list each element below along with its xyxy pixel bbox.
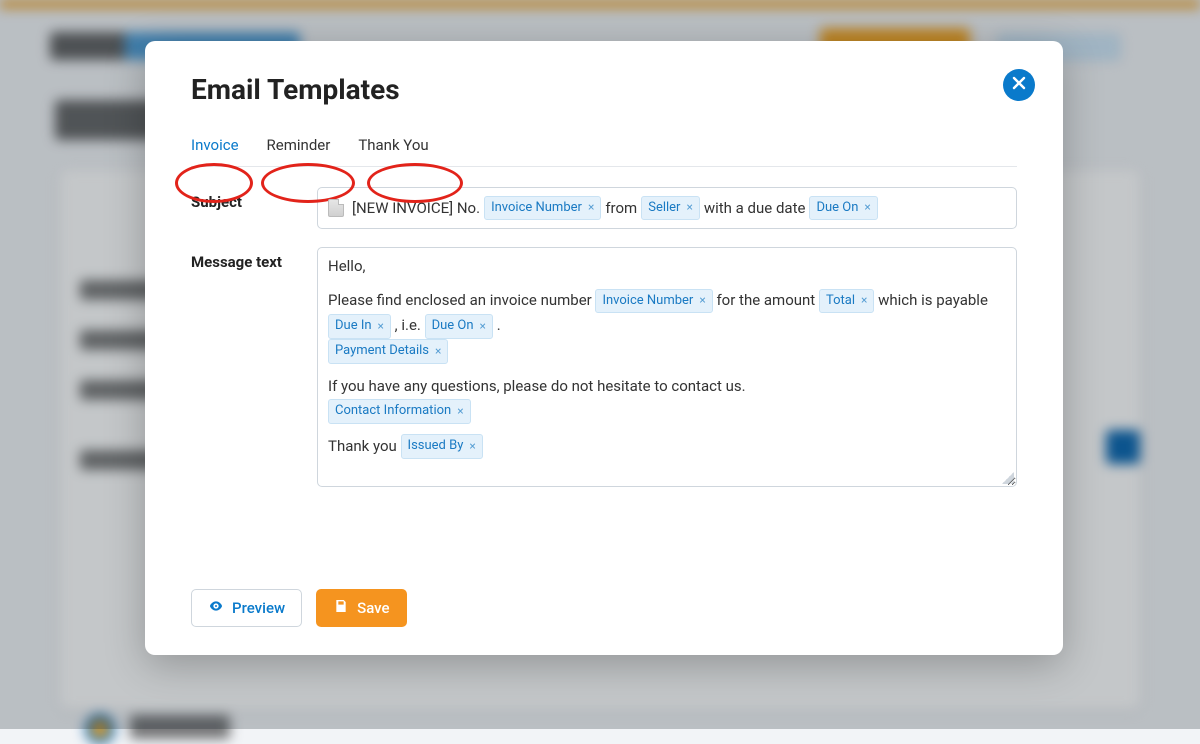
remove-token-icon[interactable]: × bbox=[469, 437, 475, 456]
subject-label: Subject bbox=[191, 187, 317, 211]
message-label: Message text bbox=[191, 247, 317, 271]
message-text: for the amount bbox=[716, 291, 815, 309]
remove-token-icon[interactable]: × bbox=[378, 317, 384, 336]
token-invoice-number[interactable]: Invoice Number× bbox=[595, 289, 712, 314]
message-text: which is payable bbox=[878, 291, 988, 309]
message-text: Thank you bbox=[328, 437, 397, 455]
remove-token-icon[interactable]: × bbox=[457, 402, 463, 421]
token-due-on[interactable]: Due On× bbox=[809, 196, 877, 221]
document-icon bbox=[328, 199, 344, 217]
close-icon bbox=[1011, 75, 1027, 95]
remove-token-icon[interactable]: × bbox=[686, 198, 692, 217]
token-total[interactable]: Total× bbox=[819, 289, 874, 314]
token-contact-information[interactable]: Contact Information× bbox=[328, 399, 471, 424]
message-text: Please find enclosed an invoice number bbox=[328, 291, 592, 309]
message-text: . bbox=[497, 316, 501, 334]
token-seller[interactable]: Seller× bbox=[641, 196, 700, 221]
tabs: Invoice Reminder Thank You bbox=[191, 130, 1017, 167]
email-templates-modal: Email Templates Invoice Reminder Thank Y… bbox=[145, 41, 1063, 655]
message-text: , i.e. bbox=[395, 316, 421, 334]
token-issued-by[interactable]: Issued By× bbox=[401, 434, 483, 459]
remove-token-icon[interactable]: × bbox=[699, 291, 705, 310]
message-text: If you have any questions, please do not… bbox=[328, 377, 746, 395]
subject-row: Subject [NEW INVOICE] No. Invoice Number… bbox=[191, 187, 1017, 229]
message-text: Hello, bbox=[328, 257, 365, 275]
tab-reminder[interactable]: Reminder bbox=[267, 130, 331, 166]
eye-icon bbox=[208, 598, 224, 618]
modal-footer: Preview Save bbox=[191, 589, 407, 627]
remove-token-icon[interactable]: × bbox=[435, 342, 441, 361]
tab-invoice[interactable]: Invoice bbox=[191, 130, 239, 166]
save-icon bbox=[333, 598, 349, 618]
close-button[interactable] bbox=[1003, 69, 1035, 101]
subject-text: from bbox=[605, 196, 637, 220]
remove-token-icon[interactable]: × bbox=[861, 291, 867, 310]
message-input[interactable]: Hello, Please find enclosed an invoice n… bbox=[317, 247, 1017, 487]
modal-title: Email Templates bbox=[191, 73, 1017, 106]
token-invoice-number[interactable]: Invoice Number× bbox=[484, 196, 601, 221]
token-due-in[interactable]: Due In× bbox=[328, 314, 391, 339]
message-row: Message text Hello, Please find enclosed… bbox=[191, 247, 1017, 487]
preview-button[interactable]: Preview bbox=[191, 589, 302, 627]
resize-handle[interactable] bbox=[1002, 472, 1014, 484]
subject-input[interactable]: [NEW INVOICE] No. Invoice Number× from S… bbox=[317, 187, 1017, 229]
save-button[interactable]: Save bbox=[316, 589, 406, 627]
remove-token-icon[interactable]: × bbox=[864, 198, 870, 217]
remove-token-icon[interactable]: × bbox=[480, 317, 486, 336]
token-due-on[interactable]: Due On× bbox=[425, 314, 493, 339]
token-payment-details[interactable]: Payment Details× bbox=[328, 339, 448, 364]
tab-thank-you[interactable]: Thank You bbox=[358, 130, 428, 166]
subject-text: [NEW INVOICE] No. bbox=[352, 196, 480, 220]
save-label: Save bbox=[357, 599, 389, 617]
remove-token-icon[interactable]: × bbox=[588, 198, 594, 217]
subject-text: with a due date bbox=[704, 196, 806, 220]
preview-label: Preview bbox=[232, 599, 285, 617]
